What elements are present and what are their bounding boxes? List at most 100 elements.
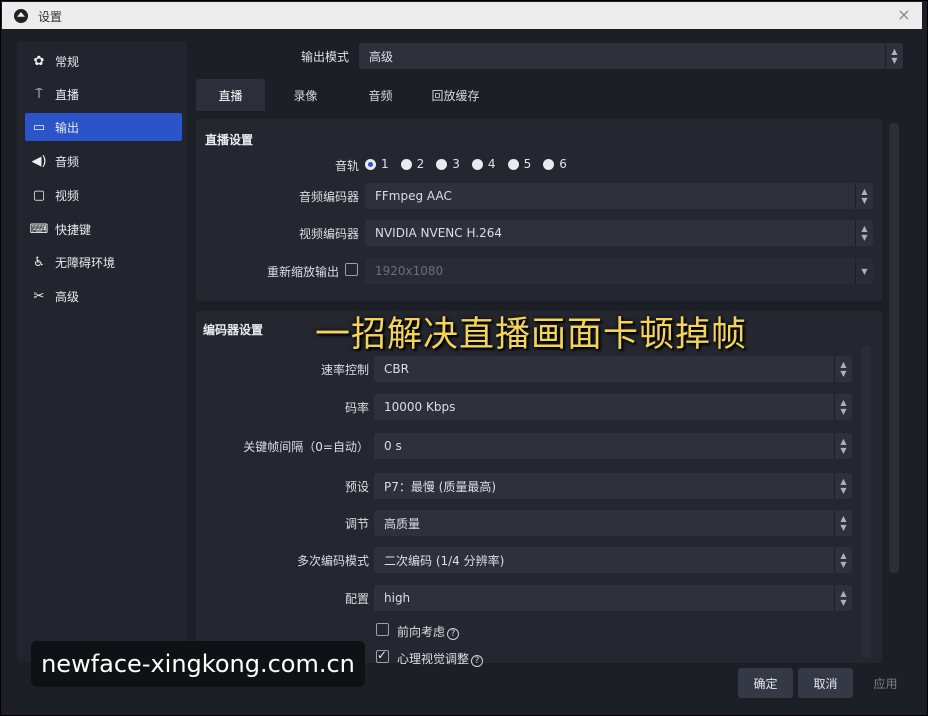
keyframe-interval-label: 关键帧间隔（0=自动） (243, 440, 369, 454)
radio-dot (507, 158, 519, 170)
ok-button[interactable]: 确定 (738, 668, 793, 698)
psycho-visual-label: 心理视觉调整 (397, 652, 470, 666)
track-radio-3[interactable]: 3 (436, 157, 460, 171)
bitrate-value: 10000 Kbps (384, 400, 456, 414)
track-number: 4 (487, 157, 496, 171)
track-radio-6[interactable]: 6 (543, 157, 567, 171)
output-mode-select[interactable]: 高级 ▲ ▼ (359, 43, 903, 69)
output-icon: ▭ (32, 119, 46, 135)
audio-track-label: 音轨 (334, 159, 359, 173)
help-icon[interactable]: ? (471, 655, 484, 667)
keyboard-icon: ⌨ (29, 221, 49, 237)
radio-dot (436, 158, 448, 170)
profile-value: high (384, 591, 411, 605)
antenna-icon: ⍑ (35, 86, 43, 102)
wrench-icon: ✂ (33, 288, 45, 304)
sidebar-item-general[interactable]: ✿ 常规 (25, 47, 182, 75)
rescale-resolution-value: 1920x1080 (375, 264, 444, 278)
radio-dot (543, 158, 555, 170)
profile-select[interactable]: high ▲ ▼ (374, 585, 852, 611)
tuning-label: 调节 (344, 517, 369, 531)
keyframe-interval-spinbox[interactable]: 0 s ▲ ▼ (374, 433, 852, 459)
chevron-updown-icon: ▲ ▼ (834, 473, 852, 499)
settings-sidebar: ✿ 常规 ⍑ 直播 ▭ 输出 ◀) 音频 ▢ 视频 ⌨ 快捷键 ♿ 无障碍环境 … (17, 41, 187, 661)
tab-recording[interactable]: 录像 (271, 79, 340, 111)
chevron-updown-icon: ▲ ▼ (834, 510, 852, 536)
apply-button[interactable]: 应用 (858, 668, 913, 698)
sidebar-item-label: 无障碍环境 (55, 255, 116, 270)
preset-value: P7：最慢 (质量最高) (384, 479, 497, 494)
sidebar-item-label: 输出 (55, 120, 80, 135)
encoder-panel-scrollbar[interactable] (861, 346, 871, 658)
rescale-output-label: 重新缩放输出 (266, 265, 339, 279)
sidebar-item-hotkeys[interactable]: ⌨ 快捷键 (25, 215, 182, 243)
sidebar-item-audio[interactable]: ◀) 音频 (25, 147, 182, 175)
track-radio-4[interactable]: 4 (471, 157, 496, 171)
track-radio-2[interactable]: 2 (400, 157, 425, 171)
cancel-button[interactable]: 取消 (798, 668, 853, 698)
speaker-icon: ◀) (31, 153, 47, 169)
radio-dot (400, 158, 412, 170)
tab-replay-buffer[interactable]: 回放缓存 (421, 79, 490, 111)
video-encoder-value: NVIDIA NVENC H.264 (375, 226, 502, 240)
sidebar-item-accessibility[interactable]: ♿ 无障碍环境 (25, 248, 182, 276)
overlay-caption: 一招解决直播画面卡顿掉帧 (315, 315, 748, 355)
sidebar-item-label: 直播 (55, 87, 80, 102)
sidebar-item-stream[interactable]: ⍑ 直播 (25, 80, 182, 108)
tuning-select[interactable]: 高质量 ▲ ▼ (374, 510, 852, 536)
bitrate-label: 码率 (344, 401, 369, 415)
gear-icon: ✿ (33, 53, 45, 69)
audio-encoder-select[interactable]: FFmpeg AAC ▲ ▼ (365, 183, 873, 209)
settings-scrollbar[interactable] (889, 123, 899, 573)
multipass-select[interactable]: 二次编码 (1/4 分辨率) ▲ ▼ (374, 547, 852, 573)
chevron-updown-icon: ▲ ▼ (834, 585, 852, 611)
track-number: 2 (416, 157, 425, 171)
tab-streaming[interactable]: 直播 (196, 79, 265, 111)
audio-encoder-label: 音频编码器 (298, 190, 359, 204)
sidebar-item-output[interactable]: ▭ 输出 (25, 113, 182, 141)
watermark-banner: newface-xingkong.com.cn (31, 641, 365, 687)
tuning-value: 高质量 (384, 516, 421, 531)
output-tabs: 直播 录像 音频 回放缓存 (196, 79, 490, 111)
rescale-resolution-select: 1920x1080 ▼ (365, 258, 873, 284)
track-number: 6 (559, 157, 567, 171)
rate-control-select[interactable]: CBR ▲ ▼ (374, 356, 852, 382)
lookahead-label: 前向考虑 (397, 625, 446, 639)
track-number: 1 (381, 157, 389, 171)
close-icon[interactable]: × (894, 5, 914, 25)
spin-arrows-icon[interactable]: ▲ ▼ (834, 394, 852, 420)
spin-arrows-icon[interactable]: ▲ ▼ (834, 433, 852, 459)
sidebar-item-label: 高级 (55, 289, 80, 304)
rate-control-label: 速率控制 (320, 363, 369, 377)
rescale-output-checkbox[interactable] (345, 263, 358, 276)
output-mode-value: 高级 (369, 49, 394, 64)
multipass-label: 多次编码模式 (296, 554, 369, 568)
psycho-visual-checkbox[interactable] (376, 648, 389, 663)
lookahead-checkbox[interactable] (376, 623, 389, 636)
psycho-visual-option: 心理视觉调整? (397, 650, 484, 667)
output-mode-label: 输出模式 (301, 50, 350, 64)
sidebar-item-label: 快捷键 (55, 222, 92, 237)
tab-audio[interactable]: 音频 (346, 79, 415, 111)
audio-track-group: 1 2 3 4 5 6 (365, 157, 567, 171)
encoder-settings-title: 编码器设置 (203, 323, 264, 337)
multipass-value: 二次编码 (1/4 分辨率) (384, 553, 505, 568)
chevron-updown-icon: ▲ ▼ (855, 220, 873, 246)
track-radio-5[interactable]: 5 (507, 157, 532, 171)
preset-select[interactable]: P7：最慢 (质量最高) ▲ ▼ (374, 473, 852, 499)
audio-encoder-value: FFmpeg AAC (375, 189, 452, 203)
track-radio-1[interactable]: 1 (365, 157, 389, 171)
sidebar-item-video[interactable]: ▢ 视频 (25, 181, 182, 209)
chevron-updown-icon: ▲ ▼ (855, 183, 873, 209)
sidebar-item-advanced[interactable]: ✂ 高级 (25, 282, 182, 310)
title-bar: 设置 × (2, 2, 922, 29)
radio-dot (365, 158, 376, 170)
help-icon[interactable]: ? (447, 628, 460, 640)
settings-window: 设置 × ✿ 常规 ⍑ 直播 ▭ 输出 ◀) 音频 ▢ 视频 ⌨ 快捷键 ♿ 无 (0, 0, 928, 716)
track-number: 5 (523, 157, 532, 171)
stream-settings-title: 直播设置 (205, 133, 254, 147)
video-encoder-select[interactable]: NVIDIA NVENC H.264 ▲ ▼ (365, 220, 873, 246)
track-number: 3 (452, 157, 460, 171)
bitrate-spinbox[interactable]: 10000 Kbps ▲ ▼ (374, 394, 852, 420)
sidebar-item-label: 视频 (55, 188, 80, 203)
